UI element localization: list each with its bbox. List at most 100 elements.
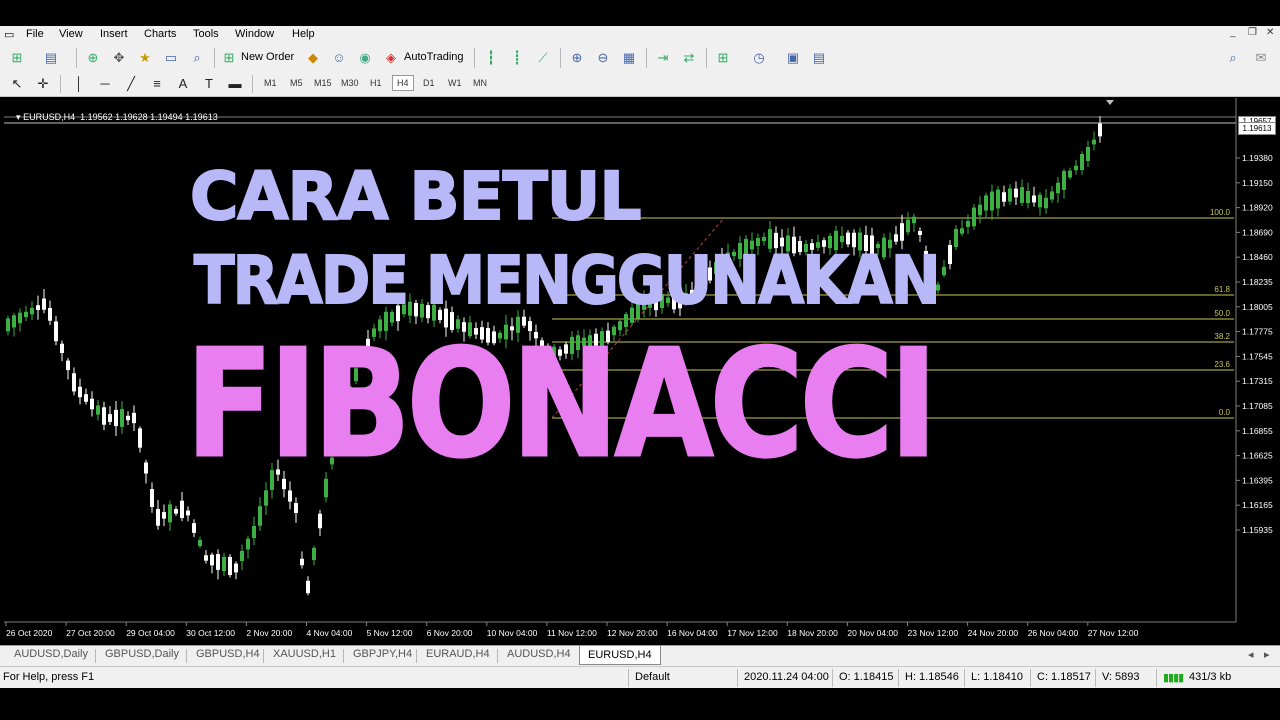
candle-body xyxy=(72,373,76,392)
help-text: For Help, press F1 xyxy=(3,671,95,683)
timeframe-m30[interactable]: M30 xyxy=(341,78,359,88)
data-window-icon[interactable]: ✥ xyxy=(110,49,128,67)
status-divider xyxy=(628,669,629,687)
tab-scroll-left-icon[interactable]: ◂ xyxy=(1248,648,1254,661)
templates-icon[interactable]: ▣ xyxy=(784,49,802,67)
market-watch-icon[interactable]: ⊕ xyxy=(84,49,102,67)
menu-charts[interactable]: Charts xyxy=(144,28,176,40)
chat-icon[interactable]: ✉ xyxy=(1252,49,1270,67)
timeframe-mn[interactable]: MN xyxy=(473,78,487,88)
tab-xauusd-h1[interactable]: XAUUSD,H1 xyxy=(273,648,336,660)
minimize-icon[interactable]: _ xyxy=(1230,27,1236,38)
candle-body xyxy=(288,490,292,502)
timeframe-h1[interactable]: H1 xyxy=(370,78,382,88)
chart-window[interactable]: 100.0 61.8 50.0 38.2 23.6 0.0 1.19380 1.19150 1… xyxy=(4,98,1276,642)
tab-divider xyxy=(343,649,344,663)
candle-body xyxy=(966,221,970,227)
tab-divider xyxy=(95,649,96,663)
metaeditor-icon[interactable]: ◆ xyxy=(304,49,322,67)
menu-tools[interactable]: Tools xyxy=(193,28,219,40)
tab-audusd-h4[interactable]: AUDUSD,H4 xyxy=(507,648,571,660)
tab-gbpjpy-h4[interactable]: GBPJPY,H4 xyxy=(353,648,412,660)
candle-body xyxy=(300,558,304,566)
candle-body xyxy=(144,462,148,474)
candle-body xyxy=(60,343,64,353)
status-high: H: 1.18546 xyxy=(905,671,959,683)
tab-gbpusd-h4[interactable]: GBPUSD,H4 xyxy=(196,648,260,660)
tile-windows-icon[interactable]: ▦ xyxy=(620,49,638,67)
auto-scroll-icon[interactable]: ⇄ xyxy=(680,49,698,67)
time-tick-label: 4 Nov 04:00 xyxy=(307,628,353,638)
new-order-button[interactable]: New Order xyxy=(241,51,294,63)
fibonacci-icon[interactable]: ≡ xyxy=(148,75,166,93)
people-icon[interactable]: ☺ xyxy=(330,49,348,67)
menu-insert[interactable]: Insert xyxy=(100,28,128,40)
candle-body xyxy=(972,207,976,227)
candle-body xyxy=(174,509,178,514)
candle-body xyxy=(78,386,82,398)
terminal-icon[interactable]: ▭ xyxy=(162,49,180,67)
candle-body xyxy=(1038,194,1042,208)
tab-audusd-daily[interactable]: AUDUSD,Daily xyxy=(14,648,88,660)
tab-euraud-h4[interactable]: EURAUD,H4 xyxy=(426,648,490,660)
arrows-icon[interactable]: ▬ xyxy=(226,75,244,93)
navigator-icon[interactable]: ★ xyxy=(136,49,154,67)
status-close: C: 1.18517 xyxy=(1037,671,1091,683)
timeframe-h4[interactable]: H4 xyxy=(392,75,414,91)
candle-body xyxy=(1056,182,1060,194)
tab-scroll-right-icon[interactable]: ▸ xyxy=(1264,648,1270,661)
zoom-in-icon[interactable]: ⊕ xyxy=(568,49,586,67)
timeframe-m5[interactable]: M5 xyxy=(290,78,303,88)
candle-body xyxy=(36,305,40,311)
candle-body xyxy=(156,508,160,526)
price-tick-label: 1.18920 xyxy=(1242,203,1273,213)
chart-templates-icon[interactable]: ▤ xyxy=(810,49,828,67)
bar-chart-icon[interactable]: ┇ xyxy=(482,49,500,67)
candle-body xyxy=(228,556,232,576)
toolbar-divider xyxy=(60,75,61,93)
menu-view[interactable]: View xyxy=(59,28,83,40)
trendline-icon[interactable]: ╱ xyxy=(122,75,140,93)
timeframe-w1[interactable]: W1 xyxy=(448,78,462,88)
indicators-icon[interactable]: ⊞ xyxy=(714,49,732,67)
status-bar: For Help, press F1 Default 2020.11.24 04… xyxy=(0,666,1280,689)
toolbar-divider xyxy=(706,48,707,68)
chart-shift-marker[interactable] xyxy=(1106,100,1114,105)
horizontal-line-icon[interactable]: ─ xyxy=(96,75,114,93)
text-icon[interactable]: A xyxy=(174,75,192,93)
candle-body xyxy=(162,512,166,519)
profiles-icon[interactable]: ▤ xyxy=(42,49,60,67)
menu-file[interactable]: File xyxy=(26,28,44,40)
menu-help[interactable]: Help xyxy=(292,28,315,40)
strategy-tester-icon[interactable]: ⌕ xyxy=(188,49,206,67)
line-chart-icon[interactable]: ⟋ xyxy=(534,49,552,67)
price-tick-label: 1.18235 xyxy=(1242,277,1273,287)
new-chart-icon[interactable]: ⊞ xyxy=(8,49,26,67)
search-icon[interactable]: ⌕ xyxy=(1224,49,1242,67)
new-order-icon[interactable]: ⊞ xyxy=(220,49,238,67)
periods-icon[interactable]: ◷ xyxy=(750,49,768,67)
crosshair-icon[interactable]: ✛ xyxy=(34,75,52,93)
timeframe-m15[interactable]: M15 xyxy=(314,78,332,88)
close-icon[interactable]: ✕ xyxy=(1266,27,1274,38)
restore-icon[interactable]: ❐ xyxy=(1248,27,1257,38)
candle-body xyxy=(108,414,112,422)
chart-shift-icon[interactable]: ⇥ xyxy=(654,49,672,67)
vertical-line-icon[interactable]: │ xyxy=(70,75,88,93)
autotrading-icon[interactable]: ◈ xyxy=(382,49,400,67)
chart-menu-icon[interactable]: ▾ xyxy=(16,112,21,122)
autotrading-button[interactable]: AutoTrading xyxy=(404,51,464,63)
menu-window[interactable]: Window xyxy=(235,28,274,40)
candle-body xyxy=(42,298,46,310)
candlestick-icon[interactable]: ┋ xyxy=(508,49,526,67)
tab-eurusd-h4[interactable]: EURUSD,H4 xyxy=(579,646,661,665)
tab-gbpusd-daily[interactable]: GBPUSD,Daily xyxy=(105,648,179,660)
timeframe-m1[interactable]: M1 xyxy=(264,78,277,88)
price-tick-label: 1.19150 xyxy=(1242,178,1273,188)
fib-level-label: 50.0 xyxy=(1214,309,1230,318)
cursor-icon[interactable]: ↖ xyxy=(8,75,26,93)
zoom-out-icon[interactable]: ⊖ xyxy=(594,49,612,67)
text-label-icon[interactable]: T xyxy=(200,75,218,93)
timeframe-d1[interactable]: D1 xyxy=(423,78,435,88)
signals-icon[interactable]: ◉ xyxy=(356,49,374,67)
